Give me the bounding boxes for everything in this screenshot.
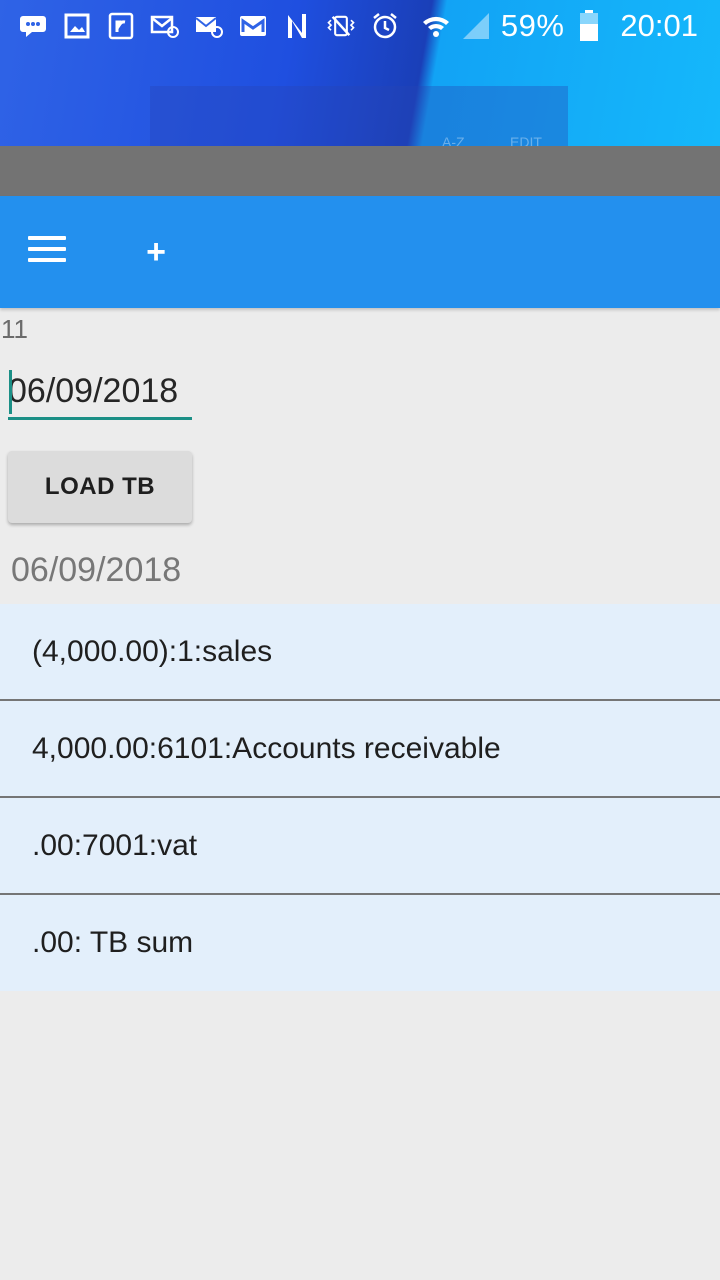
list-item[interactable]: (4,000.00):1:sales [0,604,720,701]
wifi-icon [421,11,451,41]
reddit-icon [106,11,136,41]
email-at-icon [150,11,180,41]
chat-bubble-icon [18,11,48,41]
signal-icon [461,11,491,41]
loaded-date-label: 06/09/2018 [11,551,182,589]
list-item[interactable]: .00: TB sum [0,895,720,991]
list-item[interactable]: .00:7001:vat [0,798,720,895]
clock: 20:01 [620,8,698,43]
count-label: 11 [1,314,28,344]
list-item[interactable]: 4,000.00:6101:Accounts receivable [0,701,720,798]
gray-band [0,146,720,196]
ghost-label-az: A-Z [442,134,465,146]
status-right: 59% 20:01 [421,6,698,46]
nfc-icon [282,11,312,41]
email-at-icon [194,11,224,41]
notification-icons [18,8,400,44]
alarm-icon [370,11,400,41]
load-tb-button[interactable]: LOAD TB [8,451,192,523]
gmail-icon [238,11,268,41]
vibrate-mute-icon [326,11,356,41]
hamburger-menu-icon[interactable] [22,230,74,270]
date-input[interactable] [8,366,192,420]
ghost-label-edit: EDIT [510,134,542,146]
app-toolbar: + [0,196,720,308]
battery-percent: 59% [500,8,565,43]
text-cursor [9,370,12,414]
image-icon [62,11,92,41]
plus-icon[interactable]: + [136,232,176,272]
battery-icon [574,10,604,41]
background-ghost-panel [150,86,568,146]
tb-list: (4,000.00):1:sales 4,000.00:6101:Account… [0,604,720,991]
status-bar: A-Z EDIT 59% 20:01 [0,0,720,146]
